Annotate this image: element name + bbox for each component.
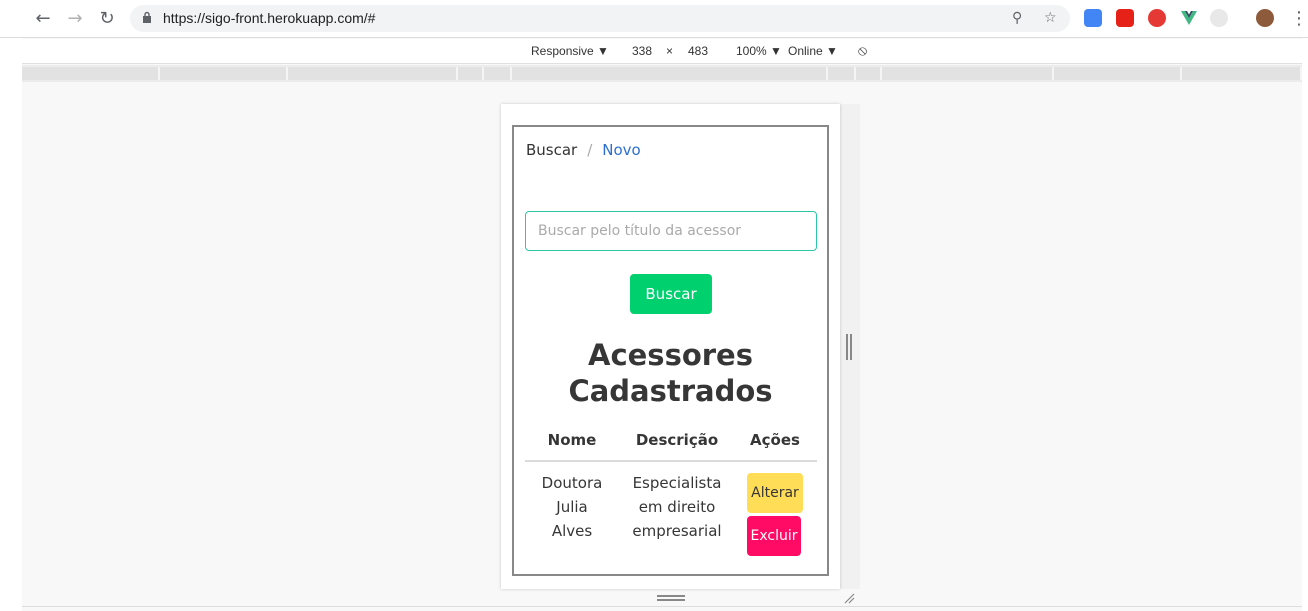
breadcrumb-novo[interactable]: Novo (602, 141, 640, 159)
ruler-segment[interactable] (512, 67, 828, 80)
ruler-segment[interactable] (1054, 67, 1182, 80)
menu-dots-icon[interactable]: ⋮ (1290, 8, 1308, 30)
page-title: Acessores Cadastrados (514, 337, 827, 409)
key-icon[interactable]: ⚲ (1012, 10, 1022, 26)
alterar-button[interactable]: Alterar (747, 473, 803, 513)
star-icon[interactable]: ☆ (1044, 10, 1057, 26)
address-bar[interactable]: https://sigo-front.herokuapp.com/# ⚲ ☆ (130, 5, 1070, 32)
extension-red-icon[interactable] (1148, 9, 1166, 27)
reload-icon[interactable]: ↻ (96, 8, 118, 30)
device-select[interactable]: Responsive ▼ (531, 44, 609, 58)
google-translate-icon[interactable] (1084, 9, 1102, 27)
v-extension-icon[interactable] (1210, 9, 1228, 27)
ruler-segment[interactable] (1182, 67, 1302, 80)
times-label: × (666, 44, 674, 58)
cell-nome: Doutora Julia Alves (525, 471, 619, 543)
right-panel-edge (1302, 38, 1308, 611)
ruler-segment[interactable] (856, 67, 882, 80)
lock-icon (143, 11, 151, 23)
cell-descricao-line: Especialista (632, 474, 722, 492)
rotate-icon[interactable]: ⦸ (858, 42, 867, 59)
avatar[interactable] (1256, 9, 1274, 27)
cell-nome-line: Alves (551, 522, 593, 540)
header-acoes: Ações (750, 431, 800, 449)
excluir-button[interactable]: Excluir (747, 516, 801, 556)
youtube-icon[interactable] (1116, 9, 1134, 27)
forward-arrow-icon[interactable]: → (64, 8, 86, 30)
device-toolbar: Responsive ▼ 338 × 483 100% ▼ Online ▼ ⦸ (22, 39, 1302, 64)
breadcrumb: Buscar / Novo (526, 141, 641, 159)
network-select[interactable]: Online ▼ (788, 44, 838, 58)
resize-corner-icon[interactable] (843, 592, 855, 604)
media-query-ruler (22, 65, 1302, 82)
search-input[interactable] (525, 211, 817, 251)
page-title-line2: Cadastrados (568, 374, 773, 408)
cell-descricao-line: empresarial (632, 522, 722, 540)
height-field[interactable]: 483 (688, 44, 708, 58)
header-descricao: Descrição (635, 431, 719, 449)
browser-toolbar: ← → ↻ https://sigo-front.herokuapp.com/#… (0, 0, 1308, 38)
cell-nome-line: Doutora (541, 474, 603, 492)
breadcrumb-buscar[interactable]: Buscar (526, 141, 577, 159)
content-card: Buscar / Novo Buscar Acessores Cadastrados… (512, 125, 829, 576)
header-nome: Nome (547, 431, 597, 449)
breadcrumb-separator: / (587, 141, 593, 159)
table-header-divider (525, 460, 817, 462)
ruler-segment[interactable] (458, 67, 484, 80)
cell-nome-line: Julia (556, 498, 588, 516)
ruler-segment[interactable] (288, 67, 458, 80)
cell-descricao-line: em direito (638, 498, 716, 516)
ruler-segment[interactable] (484, 67, 512, 80)
ruler-segment[interactable] (22, 67, 160, 80)
resize-handle-bottom[interactable] (657, 595, 685, 601)
ruler-segment[interactable] (882, 67, 1054, 80)
ruler-segment[interactable] (160, 67, 288, 80)
bottom-divider (22, 606, 1302, 607)
zoom-select[interactable]: 100% ▼ (736, 44, 782, 58)
url-text: https://sigo-front.herokuapp.com/# (163, 10, 376, 26)
ruler-segment[interactable] (828, 67, 856, 80)
cell-descricao: Especialista em direito empresarial (619, 471, 735, 543)
resize-handle-right[interactable] (846, 334, 852, 360)
left-panel-edge (0, 38, 22, 611)
search-button[interactable]: Buscar (630, 274, 712, 314)
width-field[interactable]: 338 (632, 44, 652, 58)
vue-devtools-icon[interactable] (1180, 9, 1198, 27)
back-arrow-icon[interactable]: ← (32, 8, 54, 30)
page-title-line1: Acessores (588, 338, 753, 372)
